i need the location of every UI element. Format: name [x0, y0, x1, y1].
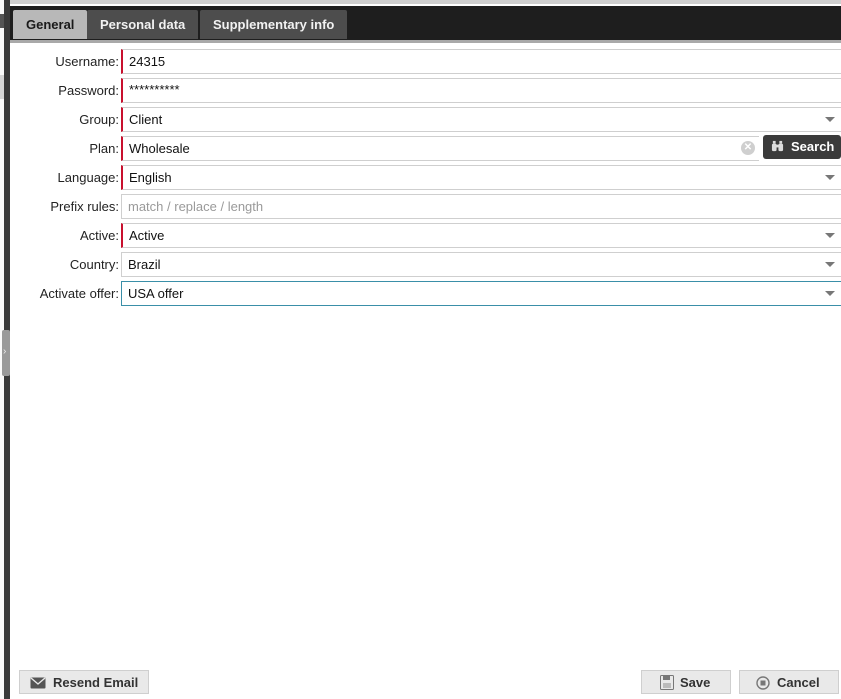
- chevron-right-icon: ›: [3, 346, 7, 357]
- chevron-down-icon: [825, 262, 835, 267]
- dialog-footer: Resend Email Save Cancel: [10, 668, 841, 696]
- active-value: Active: [129, 228, 165, 243]
- tab-personal-data[interactable]: Personal data: [87, 10, 199, 39]
- prefix-rules-row: Prefix rules: match / replace / length: [10, 194, 841, 219]
- cancel-label: Cancel: [777, 675, 820, 690]
- envelope-icon: [30, 677, 46, 689]
- clear-icon[interactable]: ✕: [741, 141, 755, 155]
- password-row: Password: **********: [10, 78, 841, 103]
- activate-offer-row: Activate offer: USA offer: [10, 281, 841, 306]
- plan-value: Wholesale: [129, 141, 190, 156]
- background-window-edge: ›: [0, 0, 10, 699]
- country-row: Country: Brazil: [10, 252, 841, 277]
- edit-user-dialog: General Personal data Supplementary info…: [10, 0, 841, 699]
- prefix-rules-label: Prefix rules:: [50, 199, 119, 214]
- plan-search-button[interactable]: Search: [763, 135, 841, 159]
- username-input[interactable]: 24315: [121, 49, 841, 74]
- plan-row: Plan: Wholesale ✕ Search: [10, 135, 841, 161]
- chevron-down-icon: [825, 233, 835, 238]
- chevron-down-icon: [825, 291, 835, 296]
- username-row: Username: 24315: [10, 49, 841, 74]
- binoculars-icon: [771, 140, 784, 152]
- group-value: Client: [129, 112, 163, 127]
- dialog-top-border: [10, 0, 841, 4]
- tab-general[interactable]: General: [13, 10, 88, 39]
- language-row: Language: English: [10, 165, 841, 190]
- save-label: Save: [680, 675, 711, 690]
- save-button[interactable]: Save: [641, 670, 731, 694]
- plan-input[interactable]: Wholesale ✕: [121, 136, 759, 161]
- password-input[interactable]: **********: [121, 78, 841, 103]
- password-label: Password:: [58, 83, 119, 98]
- cancel-icon: [756, 676, 770, 690]
- resend-email-label: Resend Email: [53, 675, 139, 690]
- group-select[interactable]: Client: [121, 107, 841, 132]
- country-select[interactable]: Brazil: [121, 252, 841, 277]
- active-label: Active:: [79, 228, 119, 243]
- language-label: Language:: [57, 170, 119, 185]
- tab-bar: General Personal data Supplementary info: [10, 6, 841, 43]
- password-value: **********: [129, 82, 180, 97]
- cancel-button[interactable]: Cancel: [739, 670, 839, 694]
- background-text-fragment: [0, 14, 4, 28]
- search-button-label: Search: [791, 139, 835, 154]
- country-label: Country:: [69, 257, 119, 272]
- group-row: Group: Client: [10, 107, 841, 132]
- language-value: English: [129, 170, 172, 185]
- username-label: Username:: [55, 54, 119, 69]
- tab-supplementary-info[interactable]: Supplementary info: [200, 10, 348, 39]
- prefix-rules-placeholder: match / replace / length: [128, 199, 264, 214]
- active-select[interactable]: Active: [121, 223, 841, 248]
- collapse-handle[interactable]: ›: [2, 330, 10, 376]
- plan-label: Plan:: [89, 141, 119, 156]
- group-label: Group:: [79, 112, 119, 127]
- prefix-rules-input[interactable]: match / replace / length: [121, 194, 841, 219]
- country-value: Brazil: [128, 257, 161, 272]
- activate-offer-label: Activate offer:: [39, 286, 119, 301]
- chevron-down-icon: [825, 117, 835, 122]
- chevron-down-icon: [825, 175, 835, 180]
- language-select[interactable]: English: [121, 165, 841, 190]
- floppy-disk-icon: [660, 675, 674, 690]
- resend-email-button[interactable]: Resend Email: [19, 670, 149, 694]
- activate-offer-value: USA offer: [128, 286, 184, 301]
- username-value: 24315: [129, 54, 166, 69]
- active-row: Active: Active: [10, 223, 841, 248]
- background-row-highlight: [0, 75, 4, 99]
- activate-offer-select[interactable]: USA offer: [121, 281, 841, 306]
